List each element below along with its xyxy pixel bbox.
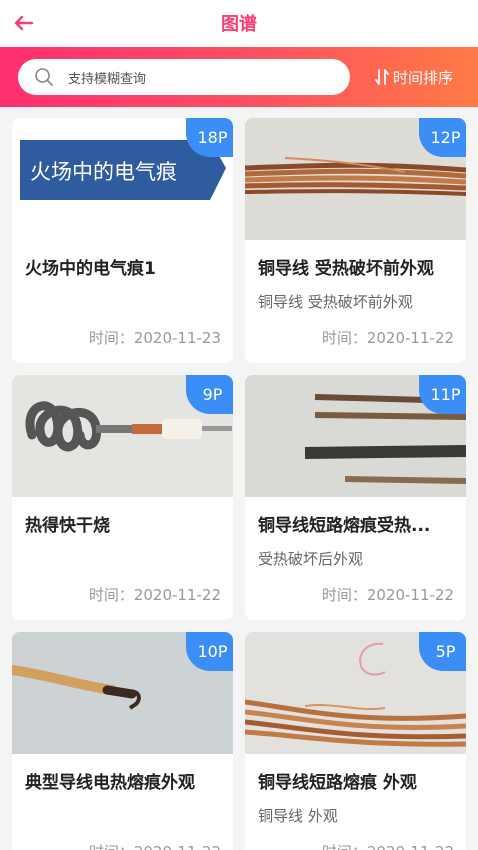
search-icon (34, 67, 54, 87)
card-title: 热得快干烧 (25, 516, 110, 536)
card-thumbnail: 11P (245, 375, 466, 497)
card-title: 铜导线 受热破坏前外观 (258, 259, 434, 279)
card-time: 时间：2020-11-22 (88, 586, 221, 604)
card-subtitle: 铜导线 受热破坏前外观 (258, 293, 413, 311)
sort-button[interactable]: 时间排序 (372, 65, 453, 89)
atlas-card[interactable]: 11P 铜导线短路熔痕受热... 受热破坏后外观 时间：2020-11-22 (245, 375, 466, 620)
card-title: 典型导线电热熔痕外观 (25, 773, 195, 793)
card-title: 铜导线短路熔痕 外观 (258, 773, 417, 793)
card-time: 时间：2020-11-22 (322, 841, 454, 850)
atlas-card[interactable]: 5P 铜导线短路熔痕 外观 铜导线 外观 时间：2020-11-22 (245, 632, 466, 850)
card-time: 时间：2020-11-23 (88, 329, 221, 347)
search-bar: 支持模糊查询 时间排序 (0, 47, 478, 107)
search-placeholder: 支持模糊查询 (68, 72, 147, 87)
atlas-card[interactable]: 12P 铜导线 受热破坏前外观 铜导线 受热破坏前外观 时间：2020-11-2… (245, 118, 466, 363)
atlas-card[interactable]: 9P 热得快干烧 时间：2020-11-22 (12, 375, 233, 620)
card-subtitle: 铜导线 外观 (258, 807, 338, 825)
thumbnail-banner-text: 火场中的电气痕 (30, 160, 177, 184)
card-subtitle: 受热破坏后外观 (258, 550, 364, 568)
card-time: 时间：2020-11-22 (321, 586, 454, 604)
card-title: 铜导线短路熔痕受热... (258, 516, 431, 536)
card-thumbnail: 12P (245, 118, 466, 240)
card-thumbnail: 9P (12, 375, 233, 497)
card-time: 时间：2020-11-22 (89, 841, 221, 850)
sort-label: 时间排序 (393, 68, 454, 87)
atlas-card[interactable]: 10P 典型导线电热熔痕外观 时间：2020-11-22 (12, 632, 233, 850)
card-thumbnail: 火场中的电气痕 18P (12, 118, 233, 240)
card-time: 时间：2020-11-22 (321, 329, 454, 347)
search-input[interactable]: 支持模糊查询 (18, 59, 350, 95)
sort-icon (372, 67, 392, 87)
card-thumbnail: 10P (12, 632, 233, 754)
card-thumbnail: 5P (245, 632, 466, 754)
card-title: 火场中的电气痕1 (25, 259, 156, 279)
top-bar: 图谱 (0, 0, 478, 47)
page-title: 图谱 (221, 14, 257, 35)
atlas-card[interactable]: 火场中的电气痕 18P 火场中的电气痕1 时间：2020-11-23 (12, 118, 233, 363)
